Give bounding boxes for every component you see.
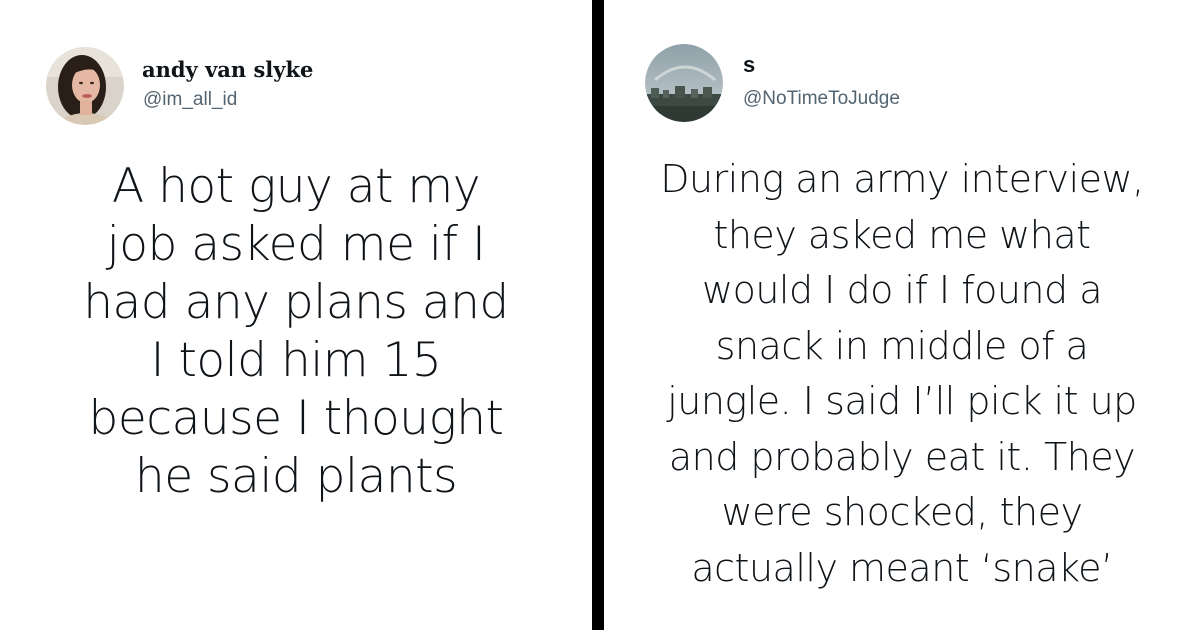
tweet-text-line: job asked me if I [106, 217, 486, 272]
tweet-text: A hot guy at my job asked me if I had an… [0, 158, 592, 506]
tweet-text-line: and probably eat it. They [668, 434, 1136, 479]
user-handle[interactable]: @NoTimeToJudge [743, 88, 900, 110]
display-name[interactable]: andy van slyke [142, 57, 313, 82]
tweet-text-line: he said plants [134, 449, 458, 504]
profile-photo-icon [645, 44, 723, 122]
profile-photo-icon [46, 47, 124, 125]
tweet-text-line: During an army interview, [660, 157, 1144, 201]
avatar[interactable] [645, 44, 723, 122]
tweet-text-line: actually meant ‘snake’ [691, 545, 1113, 590]
tweet-text-line: would I do if I found a [702, 268, 1103, 312]
tweet-text-line: jungle. I said I’ll pick it up [667, 379, 1137, 423]
tweet-text: During an army interview, they asked me … [604, 152, 1200, 596]
tweet-text-line: I told him 15 [150, 333, 442, 388]
tweet-text-line: because I thought [88, 391, 504, 446]
meme-canvas: andy van slyke @im_all_id A hot guy at m… [0, 0, 1200, 630]
tweet-text-line: A hot guy at my [111, 159, 481, 214]
divider [592, 0, 604, 630]
tweet-card-right: s @NoTimeToJudge During an army intervie… [604, 0, 1200, 630]
display-name[interactable]: s [743, 52, 755, 78]
tweet-text-line: were shocked, they [721, 490, 1083, 534]
tweet-card-left: andy van slyke @im_all_id A hot guy at m… [0, 0, 592, 630]
tweet-text-line: snack in middle of a [715, 323, 1089, 368]
tweet-text-line: they asked me what [713, 212, 1091, 257]
tweet-text-line: had any plans and [83, 275, 509, 330]
user-handle[interactable]: @im_all_id [143, 89, 237, 111]
avatar[interactable] [46, 47, 124, 125]
